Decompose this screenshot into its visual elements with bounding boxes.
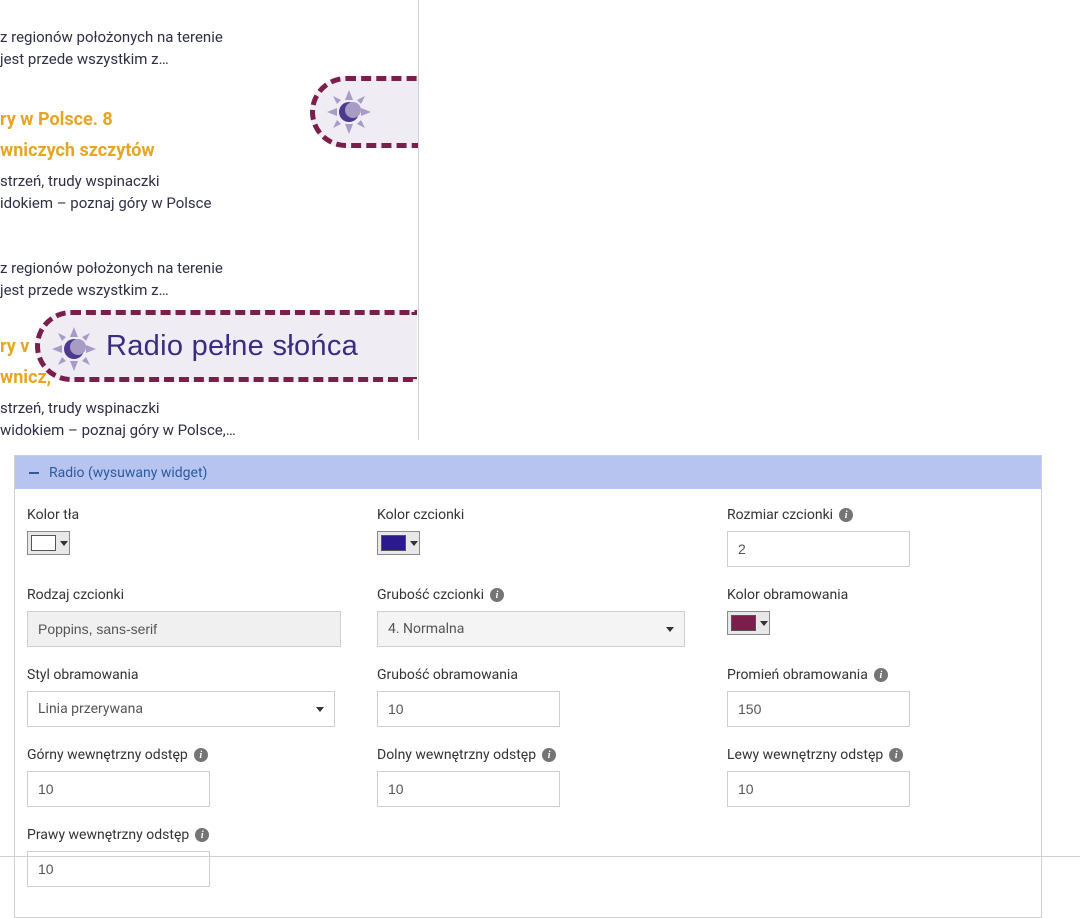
article-desc-line: jest przede wszystkim z… [0, 280, 223, 302]
config-row: Kolor tła Kolor czcionki Rozmiar czcionk… [27, 507, 1029, 567]
info-icon[interactable]: i [542, 748, 556, 762]
field-font-family: Rodzaj czcionki [27, 587, 357, 647]
article-desc-line: strzeń, trudy wspinaczki [0, 398, 236, 420]
font-weight-select[interactable]: 4. Normalna [377, 611, 685, 647]
panel-header[interactable]: Radio (wysuwany widget) [15, 456, 1041, 489]
field-label: Rozmiar czcionki i [727, 507, 1027, 523]
radio-widget-label: Radio pełne słońca [106, 330, 358, 363]
border-radius-input[interactable] [727, 691, 910, 727]
label-text: Górny wewnętrzny odstęp [27, 747, 188, 763]
article-desc-line: jest przede wszystkim z… [0, 49, 223, 71]
field-label: Kolor obramowania [727, 587, 1027, 603]
select-value: 4. Normalna [388, 621, 464, 637]
font-family-input[interactable] [27, 611, 341, 647]
font-color-picker[interactable] [377, 531, 420, 555]
field-label: Styl obramowania [27, 667, 357, 683]
article-snippet: z regionów położonych na terenie jest pr… [0, 27, 223, 71]
sun-moon-icon [327, 90, 371, 134]
label-text: Promień obramowania [727, 667, 868, 683]
config-row: Prawy wewnętrzny odstęp i [27, 827, 1029, 887]
field-padding-right: Prawy wewnętrzny odstęp i [27, 827, 357, 887]
article-snippet: z regionów położonych na terenie jest pr… [0, 258, 223, 302]
field-label: Grubość obramowania [377, 667, 707, 683]
font-size-input[interactable] [727, 531, 910, 567]
article-desc-line: z regionów położonych na terenie [0, 27, 223, 49]
field-padding-bottom: Dolny wewnętrzny odstęp i [377, 747, 707, 807]
border-width-input[interactable] [377, 691, 560, 727]
radio-widget-collapsed[interactable] [310, 76, 418, 148]
chevron-down-icon [666, 627, 674, 632]
field-border-radius: Promień obramowania i [727, 667, 1027, 727]
article-desc-line: widokiem – poznaj góry w Polsce,… [0, 420, 236, 442]
collapse-icon [29, 472, 39, 474]
field-border-width: Grubość obramowania [377, 667, 707, 727]
color-swatch [731, 615, 756, 631]
bg-color-picker[interactable] [27, 531, 70, 555]
field-font-weight: Grubość czcionki i 4. Normalna [377, 587, 707, 647]
label-text: Grubość czcionki [377, 587, 484, 603]
article-title-line: ry w Polsce. 8 [0, 108, 211, 131]
config-row: Górny wewnętrzny odstęp i Dolny wewnętrz… [27, 747, 1029, 807]
field-label: Rodzaj czcionki [27, 587, 357, 603]
article-desc-line: idokiem – poznaj góry w Polsce [0, 193, 211, 215]
article-title-line: wniczych szczytów [0, 139, 211, 162]
info-icon[interactable]: i [874, 668, 888, 682]
config-panel: Radio (wysuwany widget) Kolor tła Kolor … [14, 455, 1042, 918]
panel-title: Radio (wysuwany widget) [49, 465, 207, 481]
chevron-down-icon [316, 707, 324, 712]
info-icon[interactable]: i [194, 748, 208, 762]
info-icon[interactable]: i [195, 828, 209, 842]
radio-widget-expanded[interactable]: Radio pełne słońca [35, 310, 417, 382]
info-icon[interactable]: i [490, 588, 504, 602]
chevron-down-icon [59, 532, 69, 554]
field-label: Grubość czcionki i [377, 587, 707, 603]
sun-moon-icon [52, 327, 90, 365]
field-label: Dolny wewnętrzny odstęp i [377, 747, 707, 763]
field-label: Górny wewnętrzny odstęp i [27, 747, 357, 763]
padding-top-input[interactable] [27, 771, 210, 807]
label-text: Lewy wewnętrzny odstęp [727, 747, 883, 763]
field-label: Kolor tła [27, 507, 357, 523]
article-desc-line: strzeń, trudy wspinaczki [0, 171, 211, 193]
article-desc-line: z regionów położonych na terenie [0, 258, 223, 280]
color-swatch [31, 535, 56, 551]
chevron-down-icon [759, 612, 769, 634]
field-font-size: Rozmiar czcionki i [727, 507, 1027, 567]
info-icon[interactable]: i [839, 508, 853, 522]
padding-bottom-input[interactable] [377, 771, 560, 807]
article-snippet: ry w Polsce. 8 wniczych szczytów strzeń,… [0, 108, 211, 214]
config-row: Styl obramowania Linia przerywana Gruboś… [27, 667, 1029, 727]
preview-area: z regionów położonych na terenie jest pr… [0, 0, 419, 440]
field-border-color: Kolor obramowania [727, 587, 1027, 647]
border-style-select[interactable]: Linia przerywana [27, 691, 335, 727]
field-padding-left: Lewy wewnętrzny odstęp i [727, 747, 1027, 807]
divider [0, 856, 1080, 857]
field-label: Kolor czcionki [377, 507, 707, 523]
label-text: Prawy wewnętrzny odstęp [27, 827, 189, 843]
field-border-style: Styl obramowania Linia przerywana [27, 667, 357, 727]
field-label: Prawy wewnętrzny odstęp i [27, 827, 357, 843]
field-font-color: Kolor czcionki [377, 507, 707, 567]
padding-left-input[interactable] [727, 771, 910, 807]
label-text: Rozmiar czcionki [727, 507, 833, 523]
chevron-down-icon [409, 532, 419, 554]
color-swatch [381, 535, 406, 551]
info-icon[interactable]: i [889, 748, 903, 762]
field-label: Lewy wewnętrzny odstęp i [727, 747, 1027, 763]
border-color-picker[interactable] [727, 611, 770, 635]
config-row: Rodzaj czcionki Grubość czcionki i 4. No… [27, 587, 1029, 647]
field-label: Promień obramowania i [727, 667, 1027, 683]
panel-body: Kolor tła Kolor czcionki Rozmiar czcionk… [15, 489, 1041, 917]
field-padding-top: Górny wewnętrzny odstęp i [27, 747, 357, 807]
select-value: Linia przerywana [38, 701, 143, 717]
field-bg-color: Kolor tła [27, 507, 357, 567]
label-text: Dolny wewnętrzny odstęp [377, 747, 536, 763]
